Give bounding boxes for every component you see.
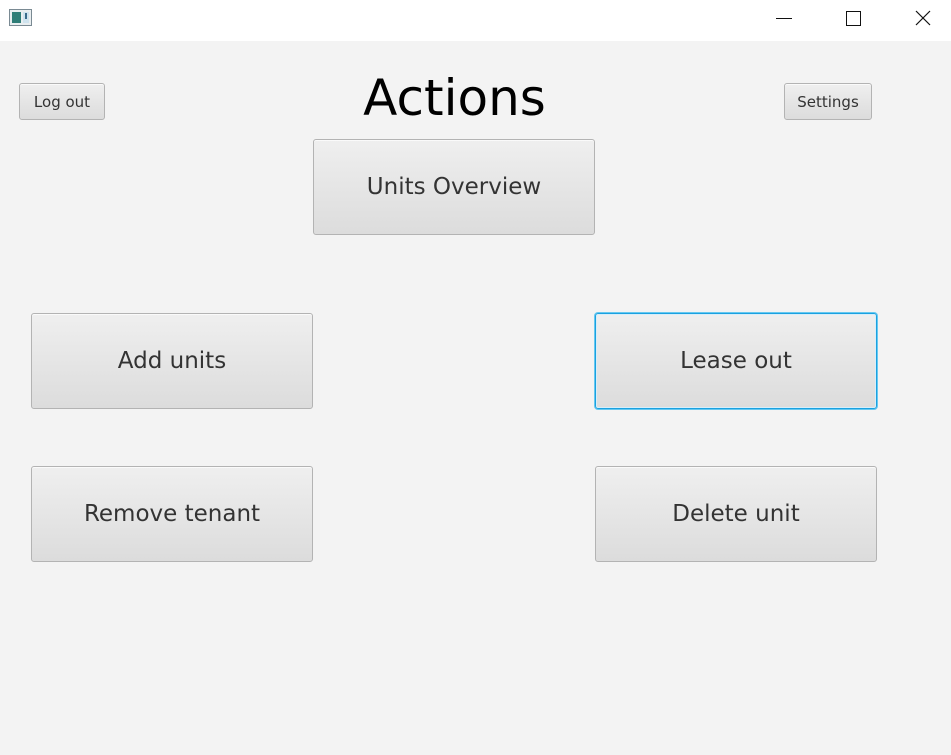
add-units-button[interactable]: Add units (31, 313, 313, 409)
minimize-icon (776, 17, 792, 19)
settings-button[interactable]: Settings (784, 83, 872, 120)
main-content: Log out Actions Settings Units Overview … (0, 41, 951, 755)
remove-tenant-button[interactable]: Remove tenant (31, 466, 313, 562)
close-icon (915, 10, 931, 26)
app-icon (9, 9, 32, 26)
maximize-button[interactable] (830, 0, 876, 36)
window-titlebar (0, 0, 951, 41)
maximize-icon (845, 10, 861, 26)
delete-unit-button[interactable]: Delete unit (595, 466, 877, 562)
minimize-button[interactable] (761, 0, 807, 36)
units-overview-button[interactable]: Units Overview (313, 139, 595, 235)
page-title: Actions (363, 69, 546, 127)
lease-out-button[interactable]: Lease out (595, 313, 877, 409)
close-button[interactable] (900, 0, 946, 36)
